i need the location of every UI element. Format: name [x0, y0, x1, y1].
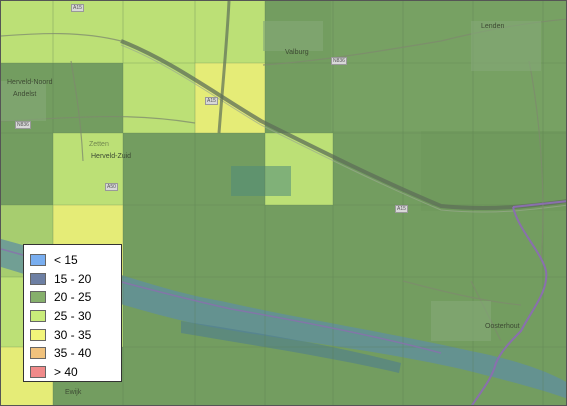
- road-label-n836: N836: [15, 121, 31, 129]
- place-label-ewijk: Ewijk: [65, 389, 82, 396]
- map-legend: < 15 15 - 20 20 - 25 25 - 30 30 - 35 35 …: [23, 244, 122, 382]
- legend-swatch: [30, 272, 46, 285]
- legend-swatch: [30, 328, 46, 341]
- road-label-a15: A15: [395, 205, 408, 213]
- legend-item: < 15: [30, 251, 115, 270]
- legend-swatch: [30, 291, 46, 304]
- legend-item: 30 - 35: [30, 325, 115, 344]
- legend-swatch: [30, 365, 46, 378]
- legend-label: 35 - 40: [54, 346, 92, 361]
- legend-item: 25 - 30: [30, 307, 115, 326]
- place-label-zetten: Zetten: [89, 141, 109, 148]
- legend-swatch: [30, 347, 46, 360]
- legend-label: < 15: [54, 253, 78, 268]
- place-label-oosterhout: Oosterhout: [485, 323, 520, 330]
- legend-item: 35 - 40: [30, 344, 115, 363]
- place-label-herveld-noord: Herveld-Noord: [7, 79, 53, 86]
- legend-label: 30 - 35: [54, 327, 92, 342]
- legend-label: 25 - 30: [54, 309, 92, 324]
- legend-swatch: [30, 310, 46, 323]
- legend-label: 15 - 20: [54, 271, 92, 286]
- map-view[interactable]: Valburg Herveld-Noord Andelst Herveld-Zu…: [0, 0, 567, 406]
- place-label-andelst: Andelst: [13, 91, 37, 98]
- road-label-a50: A50: [105, 183, 118, 191]
- place-label-lenden: Lenden: [481, 23, 505, 30]
- legend-label: > 40: [54, 364, 78, 379]
- road-label-a15: A15: [205, 97, 218, 105]
- legend-label: 20 - 25: [54, 290, 92, 305]
- place-label-herveld-zuid: Herveld-Zuid: [91, 153, 132, 160]
- legend-item: 20 - 25: [30, 288, 115, 307]
- road-label-a15: A15: [71, 4, 84, 12]
- place-label-valburg: Valburg: [285, 49, 309, 56]
- legend-item: > 40: [30, 363, 115, 382]
- road-label-n836: N836: [331, 57, 347, 65]
- legend-item: 15 - 20: [30, 270, 115, 289]
- legend-swatch: [30, 254, 46, 267]
